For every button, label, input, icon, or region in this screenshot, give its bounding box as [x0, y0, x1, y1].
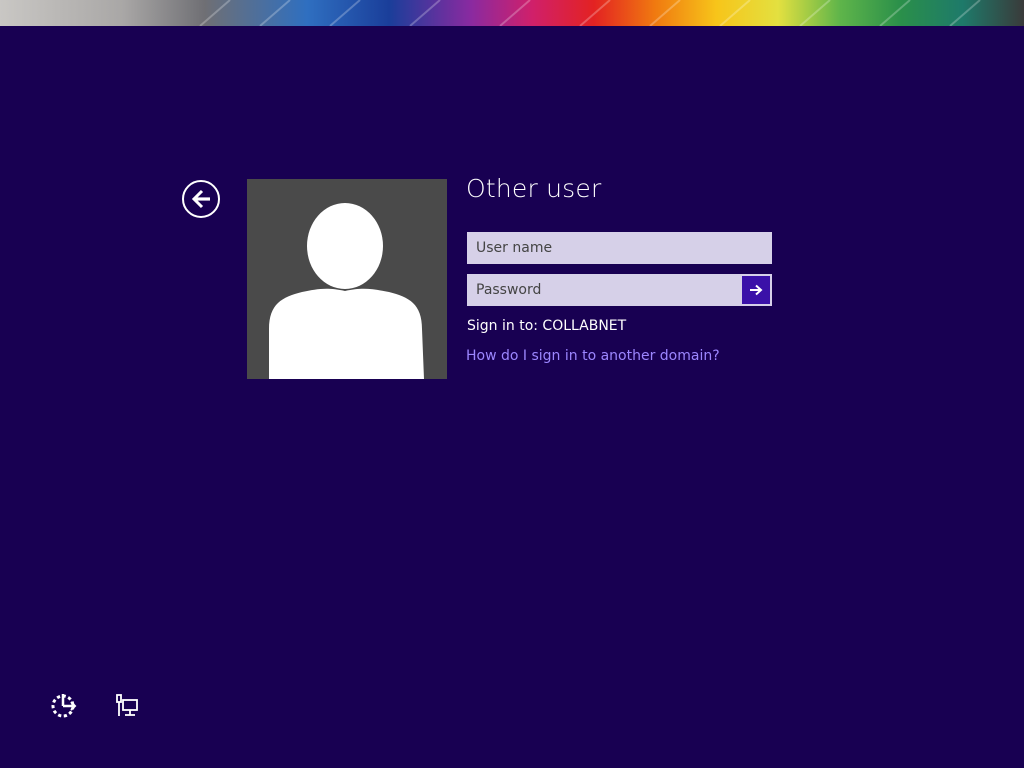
user-silhouette-icon [269, 203, 424, 379]
username-input[interactable] [467, 232, 772, 264]
network-button[interactable] [113, 692, 141, 720]
password-input[interactable] [469, 276, 742, 304]
banner-graphic [0, 0, 1024, 26]
ease-of-access-button[interactable] [49, 692, 77, 720]
sign-in-domain-label: Sign in to: COLLABNET [467, 318, 627, 334]
ease-of-access-icon [51, 694, 77, 718]
submit-button[interactable] [742, 276, 770, 304]
username-field[interactable] [467, 232, 772, 264]
arrow-right-icon [750, 284, 763, 296]
page-title: Other user [466, 174, 602, 203]
network-icon [116, 694, 138, 716]
lock-screen: Other user Sign in to: COLLABNET How do … [0, 0, 1024, 768]
color-stripes-banner [0, 0, 1024, 26]
other-domain-help-link[interactable]: How do I sign in to another domain? [466, 348, 720, 364]
avatar [247, 179, 447, 379]
back-button[interactable] [182, 180, 220, 218]
password-field[interactable] [467, 274, 772, 306]
back-arrow-icon [191, 189, 210, 209]
